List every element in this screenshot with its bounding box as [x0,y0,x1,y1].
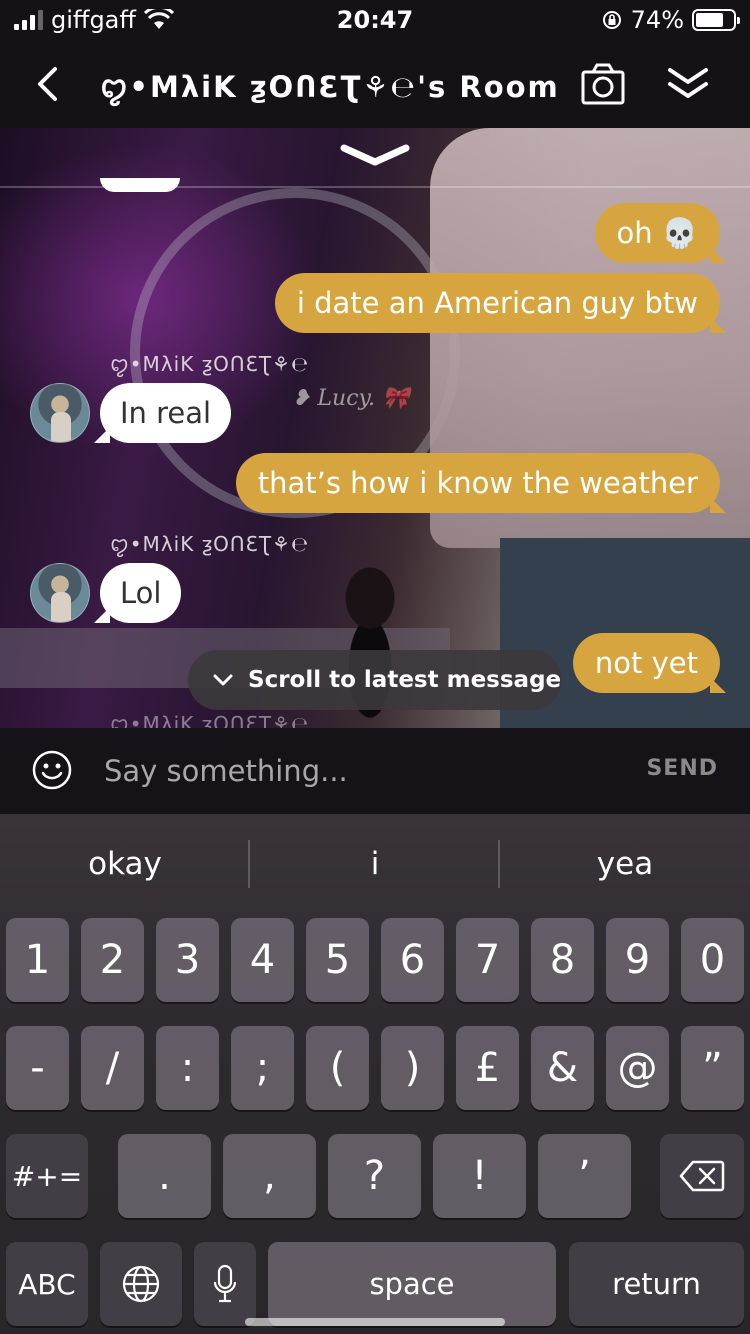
return-key[interactable]: return [569,1242,744,1326]
key-0[interactable]: 0 [681,918,744,1002]
message-input-bar: SEND [0,728,750,814]
message-text: Lol [120,576,162,610]
key-apostrophe[interactable]: ’ [538,1134,631,1218]
room-title: ꨄ•MλiK ƺOՈƐƮ⚘℮'s Room [100,70,560,104]
suggestion-3[interactable]: yea [500,814,750,914]
incoming-message[interactable]: Lol [94,563,182,623]
key-8[interactable]: 8 [531,918,594,1002]
key-abc[interactable]: ABC [6,1242,88,1326]
send-button[interactable]: SEND [646,756,718,781]
message-text: not yet [594,646,698,680]
chevron-down-icon [213,674,233,686]
message-input[interactable] [104,748,624,794]
orientation-lock-icon [602,11,621,29]
back-button[interactable] [22,56,72,112]
suggestion-1[interactable]: okay [0,814,250,914]
avatar[interactable] [30,563,90,623]
key-hyphen[interactable]: - [6,1026,69,1110]
battery-icon [692,9,740,31]
key-pound[interactable]: £ [456,1026,519,1110]
key-exclamation[interactable]: ! [433,1134,526,1218]
room-header: ꨄ•MλiK ƺOՈƐƮ⚘℮'s Room [0,40,750,128]
message-text: In real [120,396,212,430]
status-bar: giffgaff 20:47 74% [0,0,750,40]
key-ampersand[interactable]: & [531,1026,594,1110]
key-close-paren[interactable]: ) [381,1026,444,1110]
message-text: oh 💀 [616,216,698,250]
camera-icon [581,63,625,105]
key-at[interactable]: @ [606,1026,669,1110]
key-open-paren[interactable]: ( [306,1026,369,1110]
key-2[interactable]: 2 [81,918,144,1002]
outgoing-message[interactable]: oh 💀 [594,203,726,263]
backspace-key[interactable] [660,1134,744,1218]
key-comma[interactable]: , [223,1134,316,1218]
emoji-icon[interactable] [32,750,72,790]
status-right: 74% [601,6,740,34]
double-chevron-down-icon [668,68,708,98]
key-semicolon[interactable]: ; [231,1026,294,1110]
sender-name: ꨄ•MλiK ƺOՈƐƮ⚘℮ [110,712,310,728]
suggestion-2[interactable]: i [250,814,500,914]
key-1[interactable]: 1 [6,918,69,1002]
battery-percent: 74% [630,6,684,34]
keyboard: okay i yea 1 2 3 4 5 6 7 8 9 0 - / : ; (… [0,814,750,1334]
space-key[interactable]: space [268,1242,556,1326]
outgoing-message[interactable]: not yet [572,633,726,693]
scene-sign-text: ❥ Lucy. 🎀 [292,386,410,411]
home-indicator[interactable] [245,1318,505,1326]
key-question[interactable]: ? [328,1134,421,1218]
collapse-chat-button[interactable] [664,62,712,106]
outgoing-message[interactable]: that’s how i know the weather [235,453,726,513]
scroll-latest-label: Scroll to latest message [248,667,562,693]
dictation-key[interactable] [194,1242,256,1326]
globe-key[interactable] [100,1242,182,1326]
camera-button[interactable] [580,62,626,106]
sender-name: ꨄ•MλiK ƺOՈƐƮ⚘℮ [110,352,310,376]
globe-icon [122,1265,160,1303]
incoming-message[interactable]: In real [94,383,232,443]
key-colon[interactable]: : [156,1026,219,1110]
key-quote[interactable]: ” [681,1026,744,1110]
key-9[interactable]: 9 [606,918,669,1002]
key-slash[interactable]: / [81,1026,144,1110]
key-7[interactable]: 7 [456,918,519,1002]
key-symbols[interactable]: #+= [6,1134,88,1218]
key-5[interactable]: 5 [306,918,369,1002]
message-text: i date an American guy btw [296,286,698,320]
partial-message-bubble [100,178,180,192]
avatar[interactable] [30,383,90,443]
pull-down-chevron-icon[interactable] [340,140,410,170]
scroll-to-latest-button[interactable]: Scroll to latest message [188,650,562,710]
message-text: that’s how i know the weather [257,466,698,500]
key-4[interactable]: 4 [231,918,294,1002]
key-6[interactable]: 6 [381,918,444,1002]
backspace-icon [679,1160,725,1192]
key-3[interactable]: 3 [156,918,219,1002]
divider [0,186,750,188]
key-period[interactable]: . [118,1134,211,1218]
outgoing-message[interactable]: i date an American guy btw [274,273,726,333]
microphone-icon [213,1264,237,1303]
sender-name: ꨄ•MλiK ƺOՈƐƮ⚘℮ [110,532,310,556]
chevron-left-icon [38,67,57,101]
